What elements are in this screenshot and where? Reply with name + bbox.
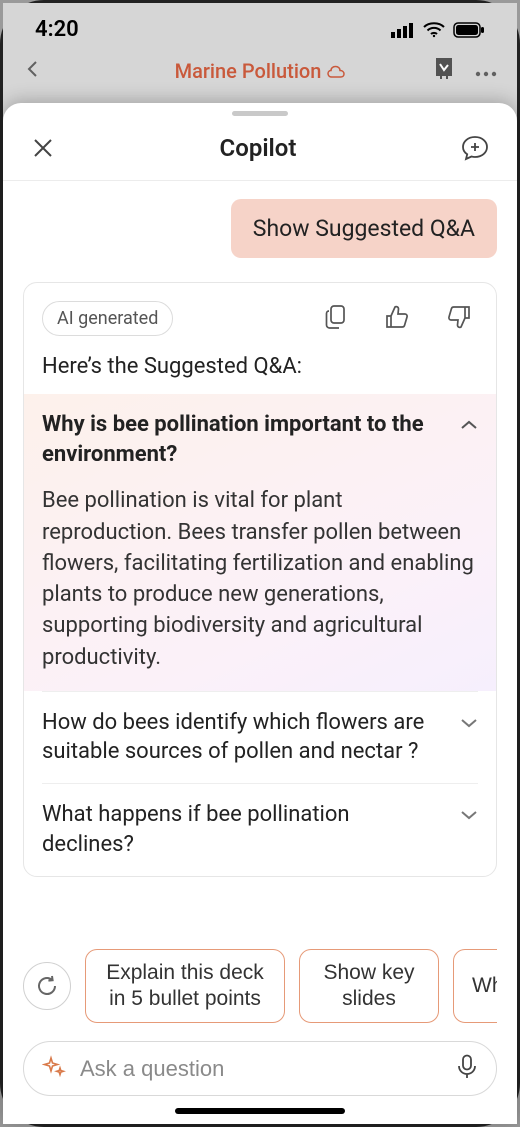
bot-response-card: AI generated Here’s the Suggested Q&A: [23,282,497,877]
qa-question-row[interactable]: What happens if bee pollination declines… [42,784,478,875]
status-time: 4:20 [35,17,79,42]
qa-question: What happens if bee pollination declines… [42,800,446,859]
message-list: Show Suggested Q&A AI generated Here’s [3,181,517,937]
copilot-sheet: Copilot Show Suggested Q&A AI generated [3,103,517,1124]
home-indicator[interactable] [175,1108,345,1114]
thumbs-down-button[interactable] [446,304,472,333]
qa-item: How do bees identify which flowers are s… [42,691,478,783]
suggestion-pill[interactable]: Which mari [453,949,497,1024]
qa-question-row[interactable]: How do bees identify which flowers are s… [42,692,478,783]
refresh-suggestions-button[interactable] [23,962,71,1010]
qa-item: Why is bee pollination important to the … [24,394,496,691]
bot-intro: Here’s the Suggested Q&A: [42,354,478,379]
cloud-icon [327,62,345,80]
back-icon [23,59,43,83]
qa-question: Why is bee pollination important to the … [42,410,446,469]
qa-question: How do bees identify which flowers are s… [42,708,446,767]
background-nav: Marine Pollution [3,48,517,94]
thumbs-up-button[interactable] [384,304,410,333]
signal-icon [391,22,415,38]
sheet-title: Copilot [220,134,297,162]
sheet-header: Copilot [3,120,517,181]
suggestion-row[interactable]: Explain this deck in 5 bullet points Sho… [23,949,497,1024]
status-bar: 4:20 [3,3,517,48]
ask-input-row[interactable] [23,1041,497,1096]
chevron-down-icon [460,806,478,825]
copy-button[interactable] [324,304,348,333]
suggestion-pill[interactable]: Show key slides [299,949,439,1024]
sparkle-icon [42,1055,66,1083]
suggestion-pill[interactable]: Explain this deck in 5 bullet points [85,949,285,1024]
qa-question-row[interactable]: Why is bee pollination important to the … [42,394,478,485]
doc-title: Marine Pollution [175,59,346,83]
ask-input[interactable] [80,1056,442,1082]
status-icons [391,22,485,38]
more-icon [475,62,497,81]
user-message: Show Suggested Q&A [231,199,497,258]
wifi-icon [423,22,445,38]
chevron-up-icon [460,416,478,435]
grab-handle[interactable] [232,111,288,116]
close-button[interactable] [27,132,59,164]
qa-answer: Bee pollination is vital for plant repro… [42,485,478,690]
bottom-bar: Explain this deck in 5 bullet points Sho… [3,937,517,1125]
ai-generated-chip: AI generated [42,301,173,336]
mic-button[interactable] [456,1054,478,1083]
qa-item: What happens if bee pollination declines… [42,783,478,875]
battery-icon [453,22,485,38]
chevron-down-icon [460,714,478,733]
new-chat-button[interactable] [457,130,493,166]
presenter-icon [431,56,457,86]
